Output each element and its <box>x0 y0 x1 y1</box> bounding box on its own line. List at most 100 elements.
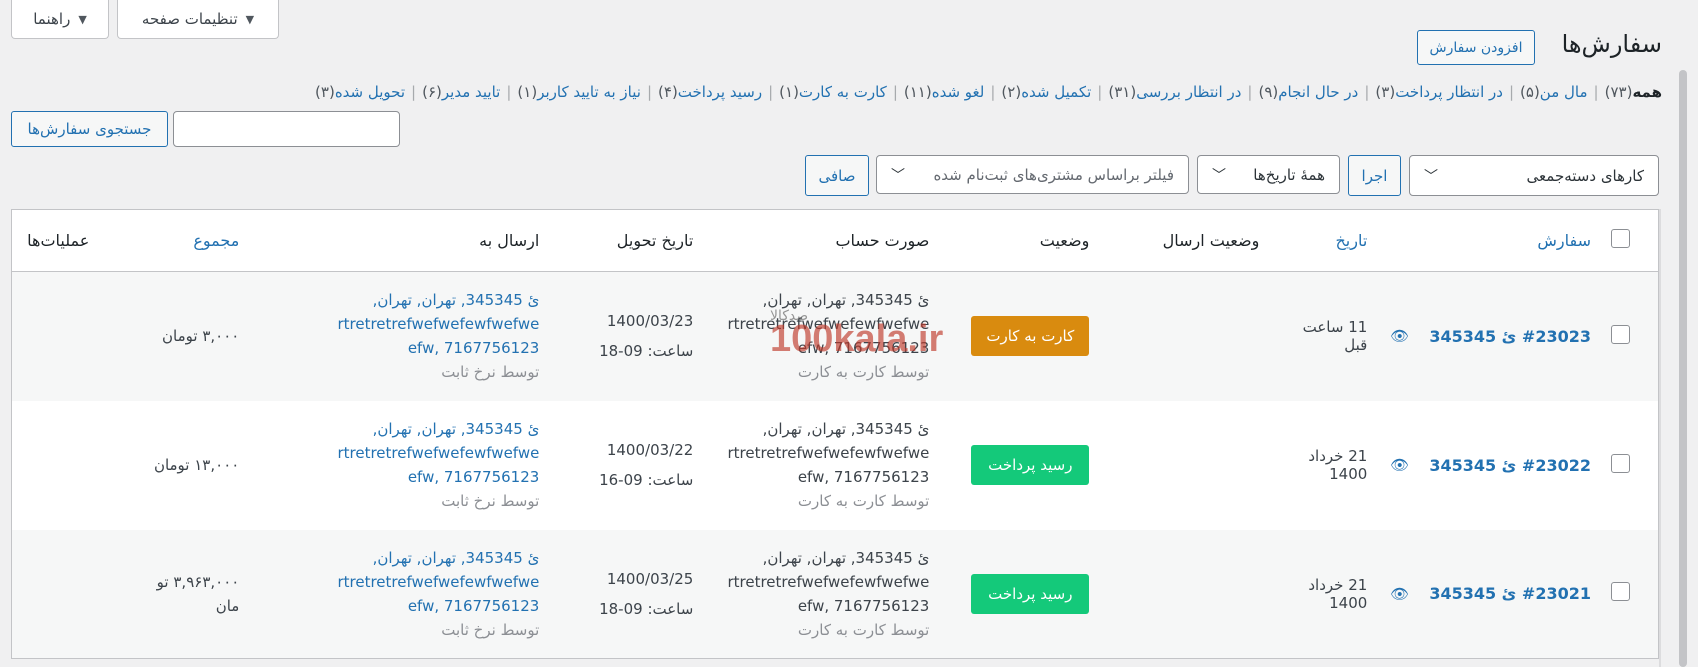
view-link[interactable]: تکمیل شده(۲) <box>1001 83 1091 101</box>
view-label: نیاز به تایید کاربر <box>537 83 641 101</box>
views-separator: | <box>411 83 417 101</box>
view-label: در انتظار پرداخت <box>1395 83 1503 101</box>
delivery-cell: 1400/03/22 ساعت: 09-16 <box>549 401 703 530</box>
views-separator: | <box>1097 83 1103 101</box>
ship-address-line[interactable]: efw, 7167756123 <box>259 336 539 360</box>
row-checkbox[interactable] <box>1611 582 1630 602</box>
order-link[interactable]: #23023 ئ 345345 <box>1429 327 1591 346</box>
row-select-cell <box>1601 401 1659 530</box>
view-link[interactable]: تایید مدیر(۶) <box>422 83 500 101</box>
view-count: (۱۱) <box>903 83 932 101</box>
ship-address-line[interactable]: rtretretrefwefwefewfwefwe <box>259 570 539 594</box>
actions-cell <box>12 272 100 401</box>
total-cell: ۱۳,۰۰۰ تومان <box>99 401 249 530</box>
scrollbar-thumb[interactable] <box>1679 70 1687 667</box>
search-input[interactable] <box>173 111 400 147</box>
eye-icon[interactable]: 👁 <box>1390 456 1409 474</box>
ship-address-line[interactable]: rtretretrefwefwefewfwefwe <box>259 441 539 465</box>
view-count: (۶) <box>422 83 442 101</box>
row-checkbox[interactable] <box>1611 453 1630 473</box>
view-link[interactable]: لغو شده(۱۱) <box>904 83 984 101</box>
ship-address-line[interactable]: ئ 345345, تهران, تهران, <box>259 288 540 312</box>
billing-line: rtretretrefwefwefewfwefwe <box>727 572 930 591</box>
shipping-status-cell <box>1099 530 1269 659</box>
delivery-time: ساعت: 09-18 <box>599 599 694 618</box>
views-separator: | <box>768 83 774 101</box>
view-count: (۳) <box>315 83 335 101</box>
help-button[interactable]: راهنما ▼ <box>11 0 109 39</box>
view-link[interactable]: در انتظار بررسی(۳۱) <box>1108 83 1241 101</box>
column-ship-to: ارسال به <box>249 209 550 272</box>
ship-to-cell: ئ 345345, تهران, تهران, rtretretrefwefwe… <box>249 530 549 659</box>
filter-button[interactable]: صافی <box>805 155 869 196</box>
order-total: ۳,۰۰۰ تومان <box>162 327 240 346</box>
view-label: مال من <box>1539 83 1588 101</box>
row-checkbox[interactable] <box>1611 324 1630 344</box>
ship-address-line[interactable]: efw, 7167756123 <box>259 465 539 489</box>
order-date: 11 ساعت قبل <box>1302 318 1368 355</box>
billing-line: ئ 345345, تهران, تهران, <box>762 291 930 310</box>
billing-method: توسط کارت به کارت <box>797 363 930 382</box>
table-header: سفارش تاریخ وضعیت ارسال وضعیت صورت حساب … <box>11 209 1659 272</box>
total-cell: ۳,۰۰۰ تومان <box>99 272 249 401</box>
views-separator: | <box>1364 83 1370 101</box>
shipping-method: توسط نرخ ثابت <box>441 492 540 510</box>
view-link[interactable]: رسید پرداخت(۴) <box>658 83 762 101</box>
page-settings-button[interactable]: تنظیمات صفحه ▼ <box>117 0 279 39</box>
billing-line: ئ 345345, تهران, تهران, <box>762 548 930 567</box>
view-link[interactable]: در انتظار پرداخت(۳) <box>1375 83 1503 101</box>
delivery-cell: 1400/03/25 ساعت: 09-18 <box>549 530 703 659</box>
bulk-actions-select[interactable]: کارهای دسته‌جمعی ﹀ <box>1409 155 1659 196</box>
preview-cell: 👁 <box>1377 401 1419 530</box>
billing-line: efw, 7167756123 <box>797 596 930 615</box>
search-orders-button[interactable]: جستجوی سفارش‌ها <box>11 111 168 147</box>
caret-down-icon: ▼ <box>245 12 255 26</box>
customer-filter-placeholder: فیلتر براساس مشتری‌های ثبت‌نام شده <box>933 165 1174 184</box>
add-order-button[interactable]: افزودن سفارش <box>1417 30 1535 65</box>
delivery-time: ساعت: 09-18 <box>599 342 694 361</box>
preview-cell: 👁 <box>1377 272 1419 401</box>
apply-button[interactable]: اجرا <box>1348 155 1401 196</box>
column-order[interactable]: سفارش <box>1419 209 1601 272</box>
view-label: لغو شده <box>931 83 985 101</box>
customer-filter-select[interactable]: فیلتر براساس مشتری‌های ثبت‌نام شده ﹀ <box>876 155 1189 194</box>
ship-address-line[interactable]: ئ 345345, تهران, تهران, <box>259 546 540 570</box>
view-link[interactable]: تحویل شده(۳) <box>315 83 405 101</box>
column-total[interactable]: مجموع <box>99 209 250 272</box>
eye-icon[interactable]: 👁 <box>1390 327 1409 345</box>
order-link[interactable]: #23021 ئ 345345 <box>1429 584 1591 603</box>
column-actions: عملیات‌ها <box>11 209 100 272</box>
actions-cell <box>12 401 100 530</box>
views-separator: | <box>506 83 512 101</box>
status-cell: کارت به کارت <box>939 272 1099 401</box>
view-link[interactable]: کارت به کارت(۱) <box>779 83 887 101</box>
view-link[interactable]: همه(۷۳) <box>1605 83 1662 101</box>
status-badge: رسید پرداخت <box>971 573 1090 614</box>
date-cell: 21 خرداد 1400 <box>1269 401 1377 530</box>
view-link[interactable]: مال من(۵) <box>1520 83 1588 101</box>
actions-cell <box>12 530 100 659</box>
view-link[interactable]: در حال انجام(۹) <box>1258 83 1358 101</box>
shipping-method: توسط نرخ ثابت <box>441 620 540 639</box>
order-date: 21 خرداد 1400 <box>1308 575 1368 612</box>
view-count: (۴) <box>658 83 678 101</box>
view-label: کارت به کارت <box>798 83 887 101</box>
views-separator: | <box>892 83 898 101</box>
ship-address-line[interactable]: rtretretrefwefwefewfwefwe <box>259 312 539 336</box>
ship-address-line[interactable]: efw, 7167756123 <box>259 594 539 618</box>
select-all-cell <box>1601 209 1659 272</box>
view-label: رسید پرداخت <box>677 83 763 101</box>
order-total: ۱۳,۰۰۰ تومان <box>153 456 240 474</box>
column-date[interactable]: تاریخ <box>1269 209 1378 272</box>
select-all-checkbox[interactable] <box>1611 229 1630 248</box>
dates-select[interactable]: همهٔ تاریخ‌ها ﹀ <box>1197 155 1340 194</box>
view-link[interactable]: نیاز به تایید کاربر(۱) <box>517 83 641 101</box>
view-count: (۱) <box>779 83 799 101</box>
ship-to-cell: ئ 345345, تهران, تهران, rtretretrefwefwe… <box>249 272 549 401</box>
total-line: ۳,۹۶۳,۰۰۰ تو <box>156 572 240 591</box>
order-link[interactable]: #23022 ئ 345345 <box>1429 456 1591 475</box>
eye-icon[interactable]: 👁 <box>1390 585 1409 603</box>
chevron-down-icon: ﹀ <box>1424 168 1438 185</box>
billing-line: efw, 7167756123 <box>797 468 930 486</box>
ship-address-line[interactable]: ئ 345345, تهران, تهران, <box>259 417 540 441</box>
